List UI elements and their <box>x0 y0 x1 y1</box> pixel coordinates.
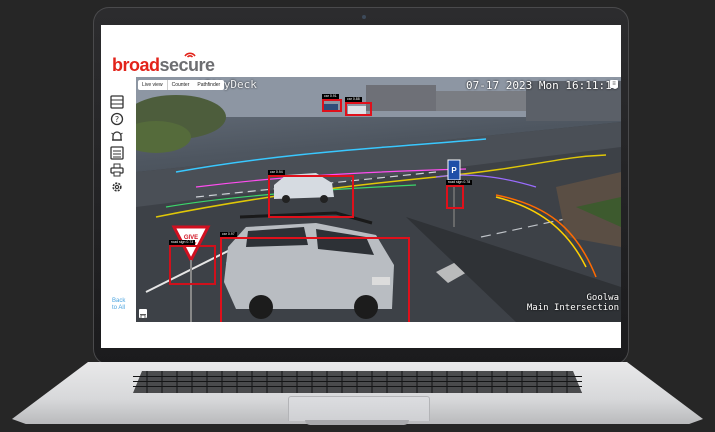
settings-gear-icon[interactable] <box>110 180 124 194</box>
detection-box: road sign 0.78 <box>446 180 473 209</box>
camera-feed[interactable]: GIVE WAY P artCityDeck 07-17 2023 Mon 16… <box>136 77 621 322</box>
list-view-icon[interactable] <box>110 146 124 160</box>
keyboard <box>133 371 582 393</box>
camera-grid-icon[interactable] <box>110 95 124 109</box>
print-icon[interactable] <box>110 163 124 177</box>
laptop-screen: broadsecure ? Back to All GIVE WAY P 07-… <box>101 25 621 348</box>
detection-box: car 0.94 <box>268 170 354 218</box>
detection-box: car 0.91 <box>322 94 342 112</box>
timestamp-overlay: 07-17 2023 Mon 16:11:10 <box>466 79 619 92</box>
wifi-icon <box>184 52 196 58</box>
touchpad <box>288 396 430 421</box>
svg-text:?: ? <box>115 115 119 124</box>
trash-icon[interactable] <box>139 309 147 322</box>
keyboard-row <box>133 386 582 387</box>
keyboard-row <box>133 381 582 382</box>
view-tabs: Live view Counter Pathfinder <box>138 80 225 90</box>
sidebar: ? <box>110 95 124 197</box>
keyboard-row <box>133 376 582 377</box>
back-to-all-link[interactable]: Back to All <box>112 298 128 312</box>
brand-logo: broadsecure <box>112 55 215 75</box>
tab-counter[interactable]: Counter <box>168 80 194 90</box>
detection-box: road sign 0.73 <box>169 240 216 285</box>
svg-text:P: P <box>451 166 457 175</box>
help-icon[interactable]: ? <box>110 112 124 126</box>
location-overlay: Goolwa Main Intersection <box>526 293 619 313</box>
tab-live-view[interactable]: Live view <box>138 80 168 90</box>
detection-box: car 0.88 <box>345 97 372 116</box>
alarm-bell-icon[interactable] <box>110 129 124 143</box>
tab-pathfinder[interactable]: Pathfinder <box>193 80 224 90</box>
webcam <box>362 15 366 19</box>
menu-icon[interactable]: ≡ <box>610 80 618 88</box>
lid-notch <box>305 420 409 425</box>
detection-box: car 0.97 <box>220 232 410 322</box>
